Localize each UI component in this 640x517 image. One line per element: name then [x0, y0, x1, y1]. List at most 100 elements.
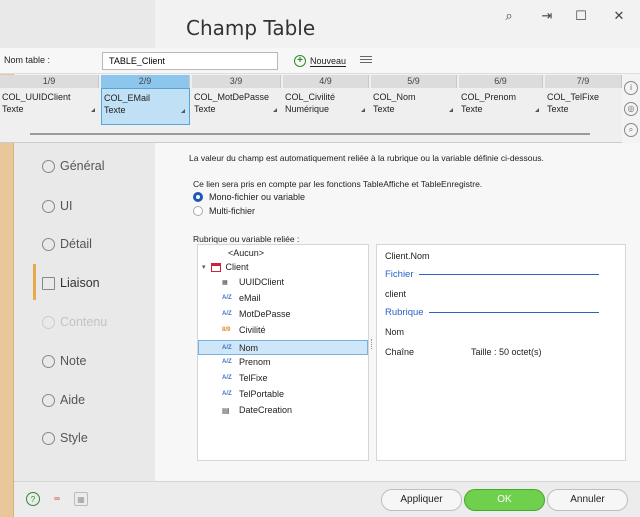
pin-icon[interactable]: ⇥	[532, 6, 562, 26]
section-rubrique: Rubrique	[385, 307, 599, 318]
column-number: 1/9	[0, 75, 99, 88]
help-icon[interactable]: ?	[26, 492, 40, 506]
nav-item-label: UI	[60, 199, 73, 213]
nav-item-general[interactable]: Général	[42, 159, 104, 173]
liaison-note: Ce lien sera pris en compte par les fonc…	[193, 179, 483, 189]
resize-corner-icon	[181, 109, 185, 113]
nav-item-style[interactable]: Style	[42, 431, 88, 445]
column-header[interactable]: 1/9 COL_UUIDClient Texte	[0, 75, 99, 125]
rubrique-tree[interactable]: <Aucun> ▾ Client ▦ UUIDClient A/Z eMail …	[197, 244, 369, 461]
resize-corner-icon	[535, 108, 539, 112]
column-header[interactable]: 7/9 COL_TelFixe Texte	[545, 75, 622, 125]
text-field-icon: A/Z	[222, 391, 232, 397]
column-name: COL_Prenom	[461, 92, 517, 102]
search-icon[interactable]: ⌕	[624, 123, 638, 137]
nav-item-label: Liaison	[60, 276, 100, 290]
tree-item-client[interactable]: ▾ Client	[202, 262, 249, 272]
tree-item[interactable]: ▦ UUIDClient	[222, 277, 284, 287]
tree-item-selected[interactable]: A/Z Nom	[198, 340, 368, 355]
nav-item-liaison[interactable]: Liaison	[42, 276, 100, 290]
column-header[interactable]: 5/9 COL_Nom Texte	[371, 75, 457, 125]
table-name-label: Nom table :	[4, 55, 51, 65]
info-icon[interactable]: i	[624, 81, 638, 95]
active-indicator	[33, 264, 36, 300]
tree-item[interactable]: A/Z MotDePasse	[222, 309, 291, 319]
numeric-field-icon: 8/9	[222, 327, 231, 333]
general-icon	[42, 159, 55, 173]
tree-item[interactable]: 8/9 Civilité	[222, 325, 266, 335]
column-header[interactable]: 3/9 COL_MotDePasse Texte	[192, 75, 281, 125]
text-field-icon: A/Z	[222, 295, 232, 301]
column-number: 6/9	[459, 75, 543, 88]
nav-item-ui[interactable]: UI	[42, 199, 73, 213]
nav-item-label: Note	[60, 354, 87, 368]
detail-rubrique-value: Nom	[385, 327, 405, 337]
nav-item-note[interactable]: Note	[42, 354, 86, 368]
nav-item-contenu: Contenu	[42, 315, 107, 329]
column-type: Texte	[102, 103, 189, 115]
column-name: COL_EMail	[104, 93, 151, 103]
table-name-input[interactable]	[102, 52, 278, 70]
settings-icon[interactable]: ◎	[624, 102, 638, 116]
column-header-selected[interactable]: 2/9 COL_EMail Texte	[101, 75, 190, 125]
nav-item-label: Général	[60, 159, 105, 173]
resize-corner-icon	[361, 108, 365, 112]
new-button-label: Nouveau	[310, 56, 347, 66]
maximize-icon[interactable]: ☐	[566, 6, 596, 26]
nav-item-label: Contenu	[60, 315, 108, 329]
menu-icon[interactable]	[360, 54, 372, 66]
column-scrollbar[interactable]	[30, 133, 590, 135]
tree-item-none[interactable]: <Aucun>	[228, 248, 264, 258]
link-icon[interactable]: ∞	[50, 492, 64, 506]
nav-item-label: Style	[60, 431, 88, 445]
tree-item[interactable]: A/Z TelPortable	[222, 389, 284, 399]
column-type: Texte	[459, 102, 543, 114]
cancel-button[interactable]: Annuler	[547, 489, 628, 511]
tree-item[interactable]: A/Z TelFixe	[222, 373, 268, 383]
text-field-icon: A/Z	[222, 359, 232, 365]
new-button[interactable]: + Nouveau	[290, 52, 352, 70]
tree-item[interactable]: A/Z Prenom	[222, 357, 271, 367]
column-number: 2/9	[101, 75, 190, 88]
rubrique-label: Rubrique ou variable reliée :	[193, 234, 300, 244]
uuid-icon: ▦	[222, 279, 228, 286]
liaison-description: La valeur du champ est automatiquement r…	[189, 153, 544, 163]
column-number: 7/9	[545, 75, 622, 88]
rubrique-detail: Client.Nom Fichier client Rubrique Nom C…	[376, 244, 626, 461]
search-icon[interactable]: ⌕	[494, 6, 524, 26]
grid-icon[interactable]: ▦	[74, 492, 88, 506]
column-name: COL_UUIDClient	[2, 92, 71, 102]
detail-type: Chaîne	[385, 347, 415, 357]
radio-label: Multi-fichier	[209, 206, 256, 216]
date-field-icon: ▤	[222, 405, 230, 415]
ui-icon	[42, 199, 55, 213]
nav-item-detail[interactable]: Détail	[42, 237, 92, 251]
column-name: COL_MotDePasse	[194, 92, 270, 102]
ok-button[interactable]: OK	[464, 489, 545, 511]
contenu-icon	[42, 315, 55, 329]
column-header[interactable]: 6/9 COL_Prenom Texte	[459, 75, 543, 125]
apply-button[interactable]: Appliquer	[381, 489, 462, 511]
column-name: COL_TelFixe	[547, 92, 600, 102]
resize-corner-icon	[91, 108, 95, 112]
column-header[interactable]: 4/9 COL_Civilité Numérique	[283, 75, 369, 125]
tree-item[interactable]: ▤ DateCreation	[222, 405, 292, 415]
detail-path: Client.Nom	[385, 251, 430, 261]
style-icon	[42, 431, 55, 445]
panel-splitter[interactable]	[371, 339, 374, 349]
radio-unselected-icon	[193, 206, 203, 216]
radio-multi-file[interactable]: Multi-fichier	[193, 206, 255, 216]
nav-item-label: Aide	[60, 393, 86, 407]
chevron-down-icon[interactable]: ▾	[202, 263, 206, 271]
radio-mono-file[interactable]: Mono-fichier ou variable	[193, 192, 305, 202]
tree-item[interactable]: A/Z eMail	[222, 293, 261, 303]
detail-size: Taille : 50 octet(s)	[471, 347, 542, 357]
column-number: 3/9	[192, 75, 281, 88]
aide-icon	[42, 393, 55, 407]
close-icon[interactable]: ✕	[604, 6, 634, 26]
column-number: 4/9	[283, 75, 369, 88]
nav-item-aide[interactable]: Aide	[42, 393, 85, 407]
title-bar: Champ Table ⌕ ⇥ ☐ ✕	[0, 0, 640, 48]
resize-corner-icon	[449, 108, 453, 112]
note-icon	[42, 354, 55, 368]
